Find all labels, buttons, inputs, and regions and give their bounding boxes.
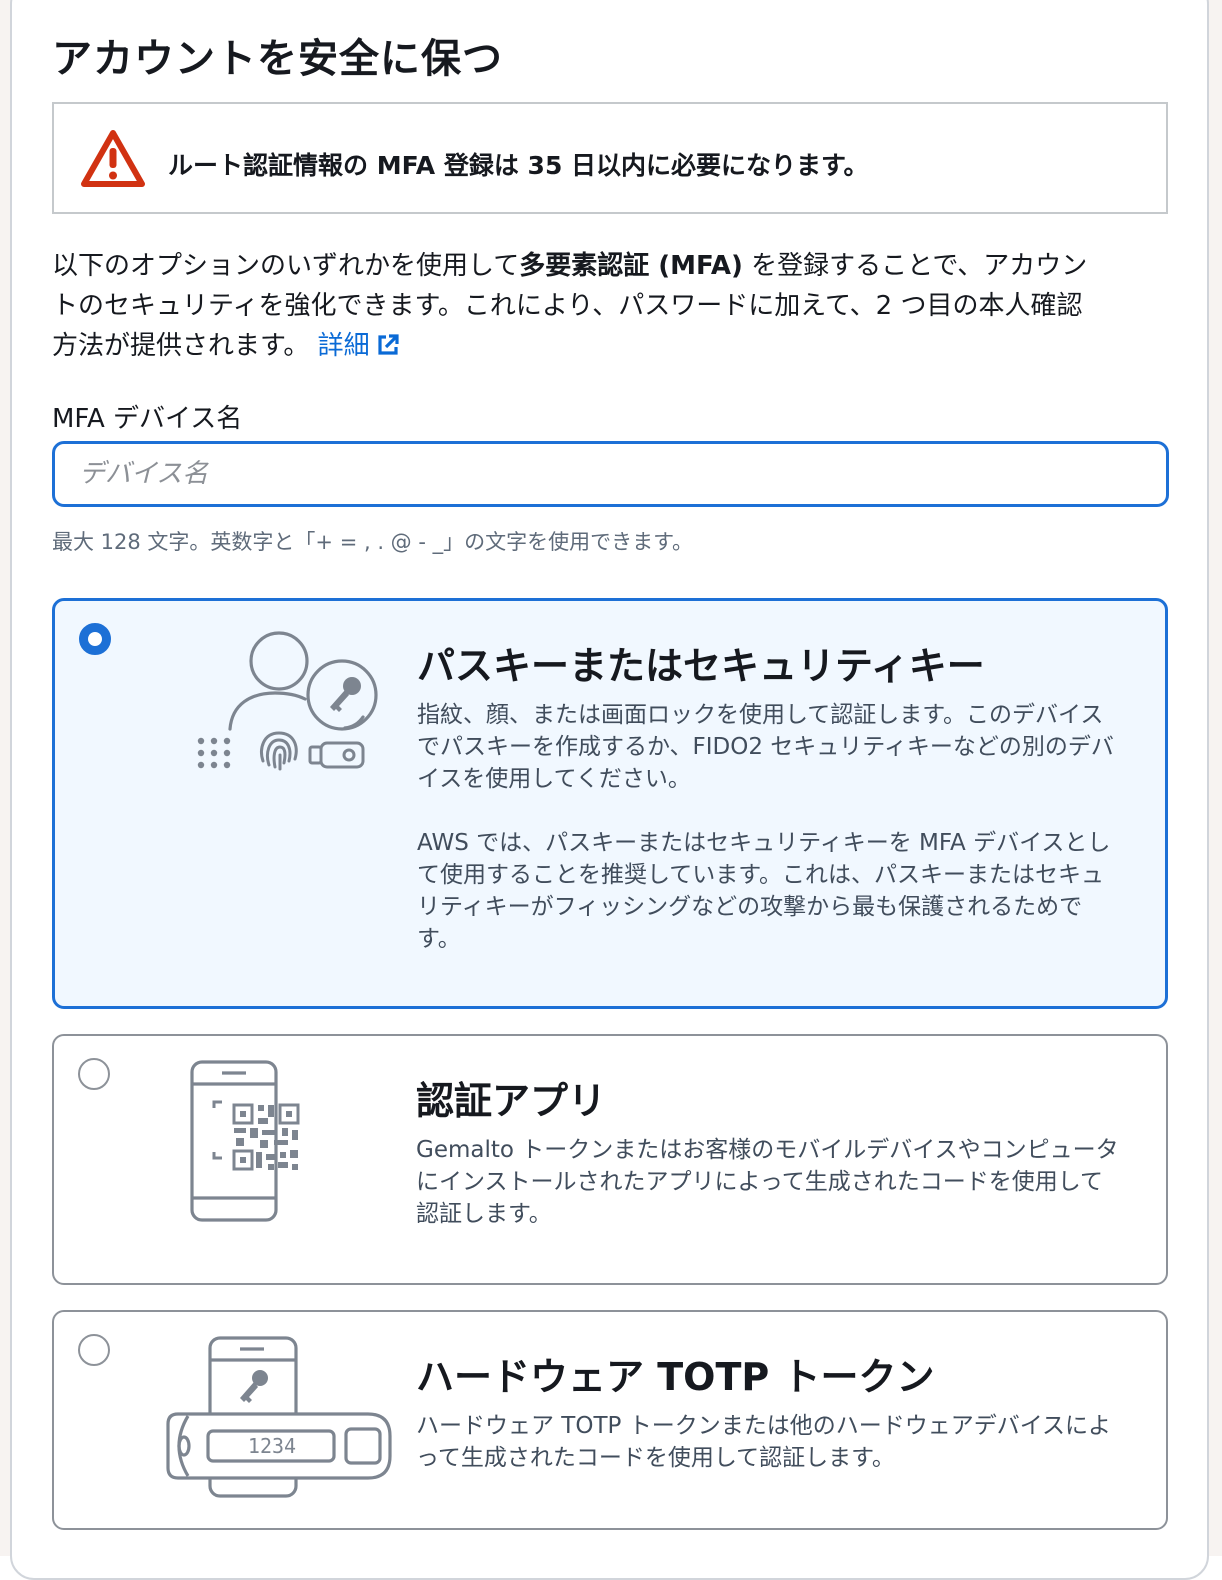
intro-line-1-tail: を登録することで、アカウン — [742, 251, 1088, 281]
intro-line-3: 方法が提供されます。 詳細 — [52, 326, 1172, 366]
intro-text: 以下のオプションのいずれかを使用して多要素認証 (MFA) を登録することで、ア… — [52, 246, 1172, 366]
option-authenticator-app-description: Gemalto トークンまたはお客様のモバイルデバイスやコンピュータ にインスト… — [416, 1134, 1156, 1230]
option-hardware-totp-description: ハードウェア TOTP トークンまたは他のハードウェアデバイスによ って生成され… — [416, 1410, 1156, 1474]
option-passkey-title: パスキーまたはセキュリティキー — [417, 644, 985, 688]
page-title: アカウントを安全に保つ — [52, 36, 503, 82]
option-passkey-desc-line: でパスキーを作成するか、FIDO2 セキュリティキーなどの別のデバ — [417, 734, 1114, 760]
option-authenticator-app[interactable]: 認証アプリ Gemalto トークンまたはお客様のモバイルデバイスやコンピュータ… — [52, 1034, 1168, 1285]
option-passkey-desc-line: AWS では、パスキーまたはセキュリティキーを MFA デバイスとし — [417, 830, 1111, 856]
mfa-device-name-hint: 最大 128 文字。英数字と「+ = , . @ - _」の文字を使用できます。 — [52, 530, 694, 554]
option-hardware-totp-title: ハードウェア TOTP トークン — [416, 1355, 935, 1399]
token-digits: 1234 — [248, 1434, 296, 1458]
option-authenticator-app-desc-line: Gemalto トークンまたはお客様のモバイルデバイスやコンピュータ — [416, 1137, 1119, 1163]
warning-alert: ルート認証情報の MFA 登録は 35 日以内に必要になります。 — [52, 102, 1168, 214]
option-passkey-desc-line: て使用することを推奨しています。これは、パスキーまたはセキュ — [417, 862, 1105, 888]
hardware-totp-token-icon: 1234 — [166, 1336, 392, 1498]
option-hardware-totp-desc-line: って生成されたコードを使用して認証します。 — [416, 1445, 895, 1471]
option-authenticator-app-desc-line: 認証します。 — [416, 1201, 552, 1227]
passkey-security-key-icon — [197, 631, 378, 771]
option-authenticator-app-desc-line: にインストールされたアプリによって生成されたコードを使用して — [416, 1169, 1104, 1195]
option-hardware-totp-desc-line: ハードウェア TOTP トークンまたは他のハードウェアデバイスによ — [416, 1413, 1112, 1439]
intro-line-3-text: 方法が提供されます。 — [52, 331, 310, 361]
intro-line-2: トのセキュリティを強化できます。これにより、パスワードに加えて、2 つ目の本人確… — [52, 291, 1083, 321]
mfa-device-name-input[interactable] — [52, 441, 1169, 507]
option-passkey-desc-line: リティキーがフィッシングなどの攻撃から最も保護されるためで — [417, 894, 1083, 920]
radio-authenticator-app[interactable] — [78, 1058, 110, 1090]
option-passkey-desc-line: す。 — [417, 926, 461, 952]
option-passkey-desc-line: イスを使用してください。 — [417, 766, 691, 792]
details-link-label: 詳細 — [317, 331, 370, 361]
radio-passkey[interactable] — [79, 623, 111, 655]
radio-hardware-totp[interactable] — [78, 1334, 110, 1366]
intro-line-1: 以下のオプションのいずれかを使用して多要素認証 (MFA) を登録することで、ア… — [52, 246, 1172, 286]
warning-triangle-icon — [81, 130, 145, 187]
details-link[interactable]: 詳細 — [318, 331, 400, 361]
intro-mfa-bold: 多要素認証 (MFA) — [519, 251, 743, 281]
authenticator-app-qr-icon — [190, 1060, 300, 1222]
mfa-device-name-label: MFA デバイス名 — [52, 404, 243, 434]
alert-text: ルート認証情報の MFA 登録は 35 日以内に必要になります。 — [168, 151, 869, 180]
option-passkey[interactable]: パスキーまたはセキュリティキー 指紋、顔、または画面ロックを使用して認証します。… — [52, 598, 1168, 1009]
intro-line-1-text: 以下のオプションのいずれかを使用して — [52, 251, 520, 281]
option-passkey-description: 指紋、顔、または画面ロックを使用して認証します。このデバイス でパスキーを作成す… — [417, 699, 1157, 955]
option-passkey-desc-line: 指紋、顔、または画面ロックを使用して認証します。このデバイス — [417, 702, 1104, 728]
option-authenticator-app-title: 認証アプリ — [416, 1079, 607, 1123]
option-hardware-totp[interactable]: 1234 ハードウェア TOTP トークン ハードウェア TOTP トークンまた… — [52, 1310, 1168, 1530]
external-link-icon — [378, 334, 399, 355]
